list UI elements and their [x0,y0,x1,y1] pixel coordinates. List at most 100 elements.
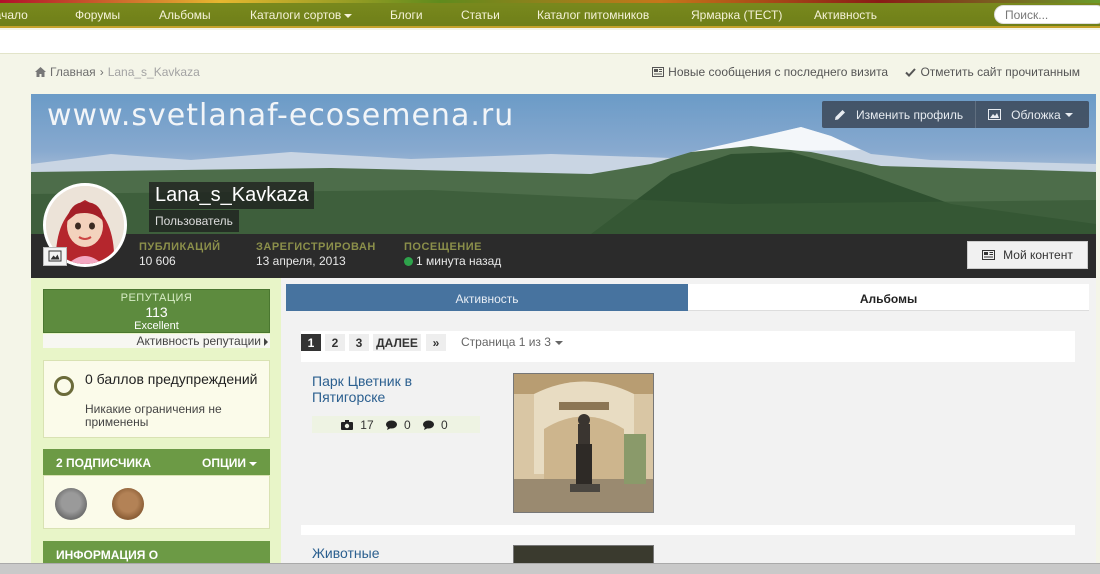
search-input[interactable]: Поиск... [994,5,1100,24]
pencil-icon [835,109,845,120]
subscribers-title: 2 ПОДПИСЧИКА [56,456,152,470]
profile-role: Пользователь [149,210,239,232]
stat-posts-label: ПУБЛИКАЦИЙ [139,241,221,253]
warnings-title: 0 баллов предупреждений [85,371,258,387]
breadcrumb-home[interactable]: Главная [50,65,96,79]
reputation-box: РЕПУТАЦИЯ 113 Excellent [43,289,270,333]
cover-menu-button[interactable]: Обложка [975,101,1085,128]
stat-registered-value: 13 апреля, 2013 [256,254,346,268]
warnings-subtitle: Никакие ограничения не применены [85,402,222,429]
last-page-button[interactable]: » [426,334,446,351]
breadcrumb-current: Lana_s_Kavkaza [107,65,200,79]
page-2-button[interactable]: 2 [325,334,345,351]
newspaper-icon [652,67,665,77]
album-thumbnail-image [514,374,653,512]
stat-last-visit: ПОСЕЩЕНИЕ 1 минута назад [404,241,501,268]
nav-item-forums[interactable]: Форумы [75,8,120,22]
nav-item-fair[interactable]: Ярмарка (ТЕСТ) [691,8,782,22]
page-info-dropdown[interactable]: Страница 1 из 3 [461,335,563,349]
edit-profile-button[interactable]: Изменить профиль [822,101,975,128]
top-navigation: Начало Форумы Альбомы Каталоги сортов Бл… [0,0,1100,28]
pagination: 1 2 3 ДАЛЕЕ » Страница 1 из 3 [301,331,1075,362]
album-row-separator [301,525,1075,535]
breadcrumb-actions: Новые сообщения с последнего визита Отме… [638,65,1080,79]
subscribers-list [43,475,270,529]
subscriber-avatar[interactable] [112,488,144,520]
page-info-label: Страница 1 из 3 [461,335,551,349]
nav-item-catalogs-label: Каталоги сортов [250,8,342,22]
my-content-button[interactable]: Мой контент [967,241,1088,269]
stat-registered: ЗАРЕГИСТРИРОВАН 13 апреля, 2013 [256,241,376,268]
check-icon [905,68,917,77]
tab-albums[interactable]: Альбомы [688,284,1089,311]
cover-menu-label: Обложка [1011,107,1061,122]
subscribers-header: 2 ПОДПИСЧИКА ОПЦИИ [43,449,270,475]
nav-item-articles[interactable]: Статьи [461,8,500,22]
caret-down-icon [249,461,257,466]
nav-item-catalogs[interactable]: Каталоги сортов [250,8,353,22]
page-3-button[interactable]: 3 [349,334,369,351]
stat-posts-value: 10 606 [139,254,176,268]
image-icon [988,109,1002,120]
warnings-box: 0 баллов предупреждений Никакие ограниче… [43,360,270,438]
header-band [0,30,1100,54]
reputation-label: РЕПУТАЦИЯ [120,292,193,304]
stat-registered-label: ЗАРЕГИСТРИРОВАН [256,241,376,253]
caret-down-icon [1064,112,1073,117]
album-images-value: 17 [360,418,374,432]
last-visit-text: 1 минута назад [416,254,502,268]
album-replies-count: 0 [423,418,451,432]
online-status-icon [404,257,413,266]
comment-icon [423,420,435,430]
caret-down-icon [554,340,563,345]
caret-right-icon [264,337,268,346]
profile-name: Lana_s_Kavkaza [149,182,315,209]
stat-last-visit-value: 1 минута назад [404,254,501,268]
subscribers-options-button[interactable]: ОПЦИИ [202,456,257,470]
reputation-value: 113 [145,304,168,320]
caret-down-icon [344,13,353,18]
page-1-button[interactable]: 1 [301,334,321,351]
cover-site-text: www.svetlanaf-ecosemena.ru [47,98,515,133]
comment-icon [385,420,397,430]
album-stats: 17 0 0 [312,416,480,433]
change-avatar-button[interactable] [43,247,67,266]
tab-activity[interactable]: Активность [286,284,688,311]
subscribers-options-label: ОПЦИИ [202,456,246,470]
home-icon [35,67,46,77]
mark-read-link[interactable]: Отметить сайт прочитанным [905,65,1080,79]
reputation-activity-link[interactable]: Активность репутации [43,334,270,348]
decorative-strip [0,0,1100,3]
album-replies-value: 0 [441,418,448,432]
camera-icon [341,420,354,430]
my-content-label: Мой контент [1003,248,1073,262]
nav-item-home[interactable]: Начало [0,8,28,22]
image-icon [48,250,62,262]
nav-item-blogs[interactable]: Блоги [390,8,423,22]
album-images-count: 17 [341,418,376,432]
new-messages-label: Новые сообщения с последнего визита [668,65,889,79]
reputation-activity-label: Активность репутации [136,334,261,348]
warning-ring-icon [54,376,74,396]
stat-posts: ПУБЛИКАЦИЙ 10 606 [139,241,221,268]
album-comments-count: 0 [385,418,414,432]
album-thumbnail[interactable] [513,373,654,513]
nav-item-albums[interactable]: Альбомы [159,8,211,22]
nav-item-nurseries[interactable]: Каталог питомников [537,8,649,22]
profile-stats-bar: ПУБЛИКАЦИЙ 10 606 ЗАРЕГИСТРИРОВАН 13 апр… [31,234,1096,278]
horizontal-scrollbar[interactable] [0,563,1100,574]
chevron-right-icon: › [99,65,104,79]
reputation-text: Excellent [134,320,179,332]
newspaper-icon [982,250,996,260]
new-messages-link[interactable]: Новые сообщения с последнего визита [652,65,888,79]
mark-read-label: Отметить сайт прочитанным [920,65,1080,79]
next-page-button[interactable]: ДАЛЕЕ [373,334,421,351]
album-comments-value: 0 [403,418,411,432]
subscriber-avatar[interactable] [55,488,87,520]
edit-profile-label: Изменить профиль [856,107,964,122]
stat-last-visit-label: ПОСЕЩЕНИЕ [404,241,482,253]
album-title[interactable]: Парк Цветник в Пятигорске [312,373,482,405]
album-title[interactable]: Животные [312,545,380,561]
cover-button-group: Изменить профиль Обложка [822,101,1089,128]
nav-item-activity[interactable]: Активность [814,8,877,22]
